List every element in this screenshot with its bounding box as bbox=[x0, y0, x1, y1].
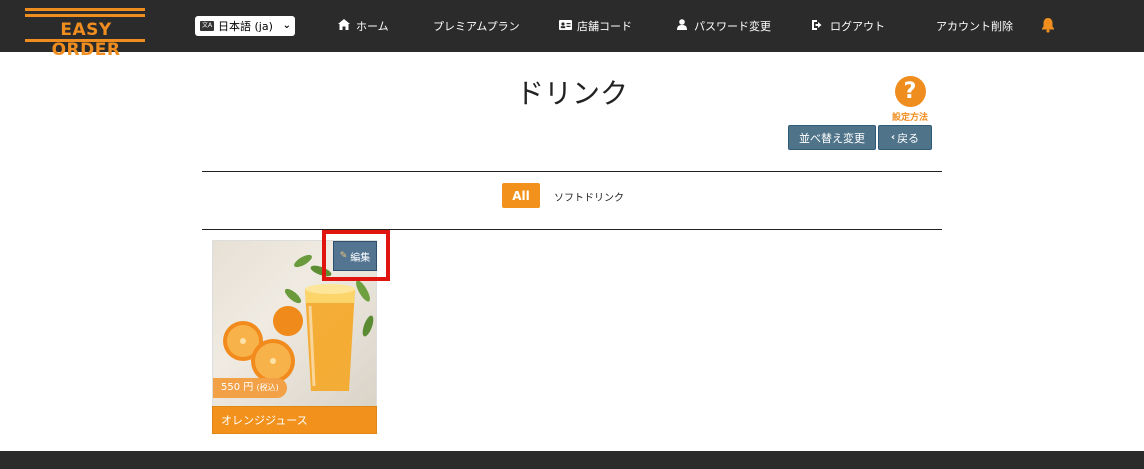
footer-bar bbox=[0, 451, 1144, 469]
nav-logout[interactable]: ログアウト bbox=[812, 18, 885, 34]
divider-top bbox=[202, 171, 942, 172]
price-value: 550 円 bbox=[221, 382, 254, 393]
logo-stripe bbox=[25, 8, 145, 11]
chevron-left-icon: ‹ bbox=[890, 132, 896, 143]
nav-delete-account-label: アカウント削除 bbox=[936, 20, 1013, 33]
tax-note: (税込) bbox=[256, 383, 279, 392]
bell-icon[interactable] bbox=[1041, 17, 1055, 33]
easy-order-logo[interactable]: EASY ORDER bbox=[25, 8, 147, 60]
nav-delete-account[interactable]: アカウント削除 bbox=[936, 18, 1013, 34]
nav-store-code-label: 店舗コード bbox=[577, 20, 632, 33]
filter-soft-drink[interactable]: ソフトドリンク bbox=[554, 189, 624, 204]
divider-bottom bbox=[202, 229, 942, 230]
page-title: ドリンク bbox=[515, 77, 628, 110]
language-value: 日本語 (ja) bbox=[218, 20, 273, 33]
sort-change-button[interactable]: 並べ替え変更 bbox=[788, 125, 876, 150]
top-navbar: EASY ORDER 文A 日本語 (ja) ⌄ ホーム プレミアムプラン 店舗… bbox=[0, 0, 1144, 60]
chevron-down-icon: ⌄ bbox=[282, 20, 291, 31]
back-button-label: 戻る bbox=[897, 131, 920, 145]
back-button[interactable]: ‹ 戻る bbox=[878, 125, 932, 150]
language-icon: 文A bbox=[200, 21, 214, 31]
sign-out-icon bbox=[812, 19, 824, 33]
nav-home-label: ホーム bbox=[356, 20, 389, 33]
nav-password-change[interactable]: パスワード変更 bbox=[676, 18, 771, 34]
nav-premium-label: プレミアムプラン bbox=[433, 20, 520, 33]
highlight-box bbox=[322, 230, 390, 281]
language-select[interactable]: 文A 日本語 (ja) ⌄ bbox=[195, 16, 295, 36]
nav-password-label: パスワード変更 bbox=[694, 20, 771, 33]
menu-item-name: オレンジジュース bbox=[212, 406, 377, 434]
logo-stripe bbox=[25, 39, 145, 42]
price-badge: 550 円 (税込) bbox=[213, 378, 287, 398]
help-label: 設定方法 bbox=[891, 113, 928, 123]
home-icon bbox=[338, 19, 350, 33]
nav-premium-plan[interactable]: プレミアムプラン bbox=[433, 18, 520, 34]
nav-logout-label: ログアウト bbox=[830, 20, 885, 33]
nav-home[interactable]: ホーム bbox=[338, 18, 389, 34]
user-icon bbox=[676, 19, 688, 33]
logo-stripe bbox=[25, 14, 145, 17]
help-link[interactable]: ? 設定方法 bbox=[888, 76, 932, 123]
id-card-icon bbox=[559, 19, 572, 33]
filter-all-button[interactable]: All bbox=[502, 183, 540, 208]
nav-store-code[interactable]: 店舗コード bbox=[559, 18, 632, 34]
question-circle-icon: ? bbox=[894, 76, 926, 107]
